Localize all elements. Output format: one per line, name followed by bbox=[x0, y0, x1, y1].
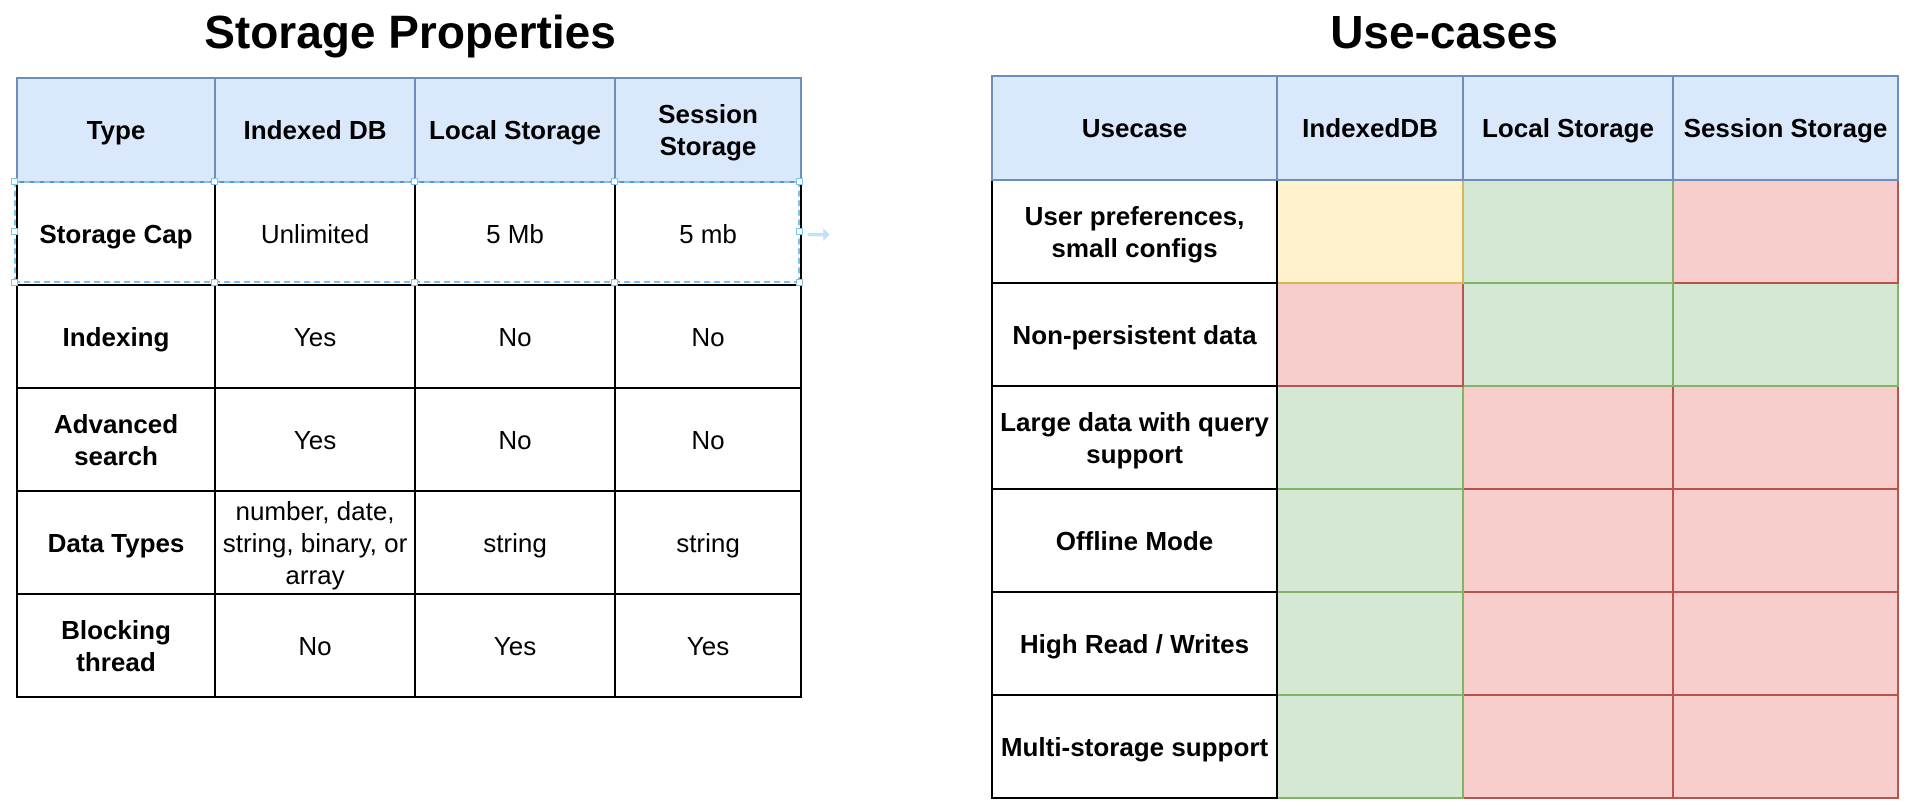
table-row-storage-cap[interactable]: Storage Cap Unlimited 5 Mb 5 mb bbox=[16, 181, 802, 286]
table-cell: No bbox=[414, 387, 616, 492]
table-row[interactable]: Offline Mode bbox=[991, 488, 1899, 593]
column-header-local-storage: Local Storage bbox=[1462, 75, 1674, 181]
table-row[interactable]: Non-persistent data bbox=[991, 282, 1899, 387]
table-row[interactable]: User preferences, small configs bbox=[991, 179, 1899, 284]
column-header-session-storage: Session Storage bbox=[1672, 75, 1899, 181]
usecase-label: Large data with query support bbox=[991, 385, 1278, 490]
usecase-label: User preferences, small configs bbox=[991, 179, 1278, 284]
row-label: Advanced search bbox=[16, 387, 216, 492]
rating-cell-red bbox=[1462, 488, 1674, 593]
storage-properties-table: Type Indexed DB Local Storage Session St… bbox=[16, 77, 802, 698]
table-cell: 5 mb bbox=[614, 181, 802, 286]
rating-cell-red bbox=[1276, 282, 1464, 387]
table-cell: Yes bbox=[414, 593, 616, 698]
rating-cell-red bbox=[1672, 179, 1899, 284]
table-header-row: Usecase IndexedDB Local Storage Session … bbox=[991, 75, 1899, 181]
row-label: Indexing bbox=[16, 284, 216, 389]
rating-cell-green bbox=[1462, 282, 1674, 387]
table-cell: No bbox=[614, 284, 802, 389]
rating-cell-green bbox=[1276, 694, 1464, 799]
table-cell: No bbox=[614, 387, 802, 492]
table-cell: Yes bbox=[614, 593, 802, 698]
table-cell: string bbox=[414, 490, 616, 595]
table-header-row: Type Indexed DB Local Storage Session St… bbox=[16, 77, 802, 183]
rating-cell-red bbox=[1462, 591, 1674, 696]
storage-properties-title: Storage Properties bbox=[204, 6, 616, 58]
table-cell: Unlimited bbox=[214, 181, 416, 286]
row-label: Blocking thread bbox=[16, 593, 216, 698]
rating-cell-red bbox=[1672, 488, 1899, 593]
use-cases-table: Usecase IndexedDB Local Storage Session … bbox=[991, 75, 1899, 799]
table-row-indexing[interactable]: Indexing Yes No No bbox=[16, 284, 802, 389]
column-header-local-storage: Local Storage bbox=[414, 77, 616, 183]
rating-cell-green bbox=[1672, 282, 1899, 387]
table-row-advanced-search[interactable]: Advanced search Yes No No bbox=[16, 387, 802, 492]
usecase-label: Offline Mode bbox=[991, 488, 1278, 593]
column-header-type: Type bbox=[16, 77, 216, 183]
table-cell: No bbox=[214, 593, 416, 698]
rating-cell-red bbox=[1462, 385, 1674, 490]
table-cell: string bbox=[614, 490, 802, 595]
row-label: Storage Cap bbox=[16, 181, 216, 286]
connect-arrow-icon[interactable]: ➞ bbox=[806, 220, 831, 250]
rating-cell-green bbox=[1276, 385, 1464, 490]
table-cell: number, date, string, binary, or array bbox=[214, 490, 416, 595]
rating-cell-red bbox=[1672, 591, 1899, 696]
rating-cell-red bbox=[1672, 694, 1899, 799]
table-row[interactable]: Large data with query support bbox=[991, 385, 1899, 490]
table-row-data-types[interactable]: Data Types number, date, string, binary,… bbox=[16, 490, 802, 595]
usecase-label: High Read / Writes bbox=[991, 591, 1278, 696]
usecase-label: Non-persistent data bbox=[991, 282, 1278, 387]
rating-cell-green bbox=[1276, 488, 1464, 593]
table-cell: Yes bbox=[214, 284, 416, 389]
rating-cell-red bbox=[1672, 385, 1899, 490]
rating-cell-green bbox=[1462, 179, 1674, 284]
table-row[interactable]: High Read / Writes bbox=[991, 591, 1899, 696]
table-cell: 5 Mb bbox=[414, 181, 616, 286]
column-header-indexed-db: Indexed DB bbox=[214, 77, 416, 183]
rating-cell-red bbox=[1462, 694, 1674, 799]
column-header-session-storage: Session Storage bbox=[614, 77, 802, 183]
table-row-blocking-thread[interactable]: Blocking thread No Yes Yes bbox=[16, 593, 802, 698]
table-cell: No bbox=[414, 284, 616, 389]
use-cases-title: Use-cases bbox=[1330, 6, 1558, 58]
column-header-indexeddb: IndexedDB bbox=[1276, 75, 1464, 181]
table-row[interactable]: Multi-storage support bbox=[991, 694, 1899, 799]
usecase-label: Multi-storage support bbox=[991, 694, 1278, 799]
table-cell: Yes bbox=[214, 387, 416, 492]
rating-cell-yellow bbox=[1276, 179, 1464, 284]
row-label: Data Types bbox=[16, 490, 216, 595]
rating-cell-green bbox=[1276, 591, 1464, 696]
column-header-usecase: Usecase bbox=[991, 75, 1278, 181]
